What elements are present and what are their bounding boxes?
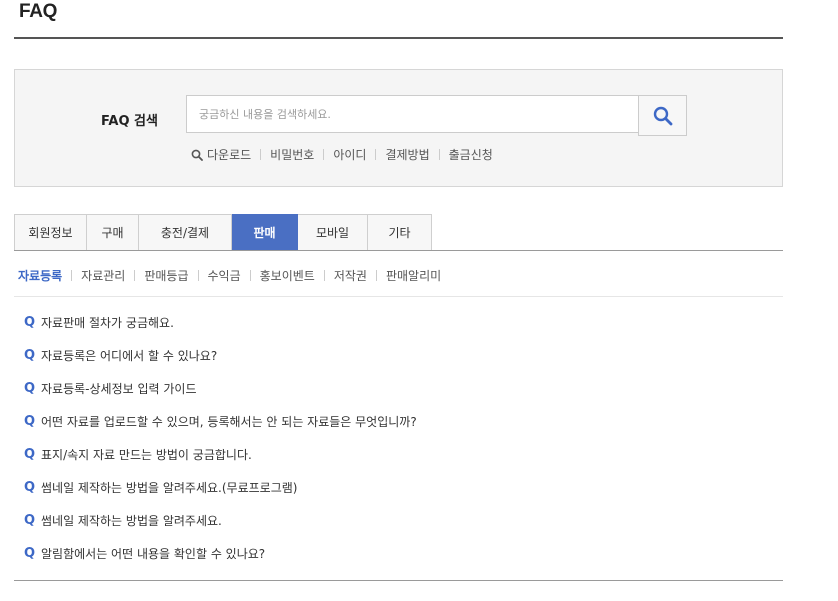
question-marker: Q <box>24 513 36 528</box>
divider <box>375 270 377 281</box>
faq-search-panel: FAQ 검색 다운로드 비밀번호 아이디 결제방법 출금신청 <box>14 69 783 187</box>
faq-item[interactable]: Q 썸네일 제작하는 방법을 알려주세요.(무료프로그램) <box>24 479 417 512</box>
quick-link-payment[interactable]: 결제방법 <box>385 146 429 163</box>
subtabs-divider <box>14 296 783 297</box>
title-divider <box>14 37 783 39</box>
search-icon <box>191 149 203 161</box>
faq-question[interactable]: 자료등록-상세정보 입력 가이드 <box>41 380 196 398</box>
subtab-earnings[interactable]: 수익금 <box>208 267 241 284</box>
divider <box>249 270 251 281</box>
question-marker: Q <box>24 348 36 363</box>
subtab-promo-event[interactable]: 홍보이벤트 <box>260 267 315 284</box>
faq-list: Q 자료판매 절차가 궁금해요. Q 자료등록은 어디에서 할 수 있나요? Q… <box>24 314 417 578</box>
faq-question[interactable]: 자료판매 절차가 궁금해요. <box>41 314 174 332</box>
tab-member-info[interactable]: 회원정보 <box>14 214 87 251</box>
divider <box>375 149 377 160</box>
divider <box>323 149 325 160</box>
subtab-copyright[interactable]: 저작권 <box>334 267 367 284</box>
faq-item[interactable]: Q 알림함에서는 어떤 내용을 확인할 수 있나요? <box>24 545 417 578</box>
search-button[interactable] <box>638 95 687 136</box>
tab-purchase[interactable]: 구매 <box>87 214 139 251</box>
quick-search-links: 다운로드 비밀번호 아이디 결제방법 출금신청 <box>191 146 493 163</box>
faq-item[interactable]: Q 자료등록은 어디에서 할 수 있나요? <box>24 347 417 380</box>
question-marker: Q <box>24 546 36 561</box>
question-marker: Q <box>24 381 36 396</box>
faq-item[interactable]: Q 썸네일 제작하는 방법을 알려주세요. <box>24 512 417 545</box>
faq-question[interactable]: 썸네일 제작하는 방법을 알려주세요.(무료프로그램) <box>41 479 297 497</box>
divider <box>71 270 73 281</box>
faq-item[interactable]: Q 자료등록-상세정보 입력 가이드 <box>24 380 417 413</box>
search-icon <box>653 106 672 125</box>
divider <box>134 270 136 281</box>
page-title: FAQ <box>19 1 58 22</box>
category-tabs: 회원정보 구매 충전/결제 판매 모바일 기타 <box>14 214 432 251</box>
faq-item[interactable]: Q 표지/속지 자료 만드는 방법이 궁금합니다. <box>24 446 417 479</box>
faq-question[interactable]: 알림함에서는 어떤 내용을 확인할 수 있나요? <box>41 545 265 563</box>
divider <box>260 149 262 160</box>
faq-item[interactable]: Q 자료판매 절차가 궁금해요. <box>24 314 417 347</box>
faq-question[interactable]: 자료등록은 어디에서 할 수 있나요? <box>41 347 217 365</box>
quick-link-download[interactable]: 다운로드 <box>207 146 251 163</box>
tab-etc[interactable]: 기타 <box>368 214 432 251</box>
tab-charge-payment[interactable]: 충전/결제 <box>139 214 232 251</box>
quick-link-withdrawal[interactable]: 출금신청 <box>449 146 493 163</box>
divider <box>197 270 199 281</box>
divider <box>323 270 325 281</box>
faq-question[interactable]: 표지/속지 자료 만드는 방법이 궁금합니다. <box>41 446 252 464</box>
subtab-upload[interactable]: 자료등록 <box>18 267 62 284</box>
tab-sales[interactable]: 판매 <box>232 214 298 251</box>
question-marker: Q <box>24 315 36 330</box>
question-marker: Q <box>24 480 36 495</box>
subcategory-nav: 자료등록 자료관리 판매등급 수익금 홍보이벤트 저작권 판매알리미 <box>18 267 441 284</box>
quick-link-password[interactable]: 비밀번호 <box>270 146 314 163</box>
tab-mobile[interactable]: 모바일 <box>298 214 368 251</box>
question-marker: Q <box>24 447 36 462</box>
faq-question[interactable]: 썸네일 제작하는 방법을 알려주세요. <box>41 512 222 530</box>
subtab-sales-notifier[interactable]: 판매알리미 <box>386 267 441 284</box>
subtab-manage[interactable]: 자료관리 <box>81 267 125 284</box>
search-label: FAQ 검색 <box>101 114 158 129</box>
quick-link-id[interactable]: 아이디 <box>333 146 366 163</box>
faq-item[interactable]: Q 어떤 자료를 업로드할 수 있으며, 등록해서는 안 되는 자료들은 무엇입… <box>24 413 417 446</box>
faq-question[interactable]: 어떤 자료를 업로드할 수 있으며, 등록해서는 안 되는 자료들은 무엇입니까… <box>41 413 417 431</box>
question-marker: Q <box>24 414 36 429</box>
subtab-sales-grade[interactable]: 판매등급 <box>144 267 188 284</box>
bottom-divider <box>14 580 783 581</box>
tabs-divider <box>14 250 783 251</box>
search-input[interactable] <box>186 95 638 133</box>
divider <box>438 149 440 160</box>
